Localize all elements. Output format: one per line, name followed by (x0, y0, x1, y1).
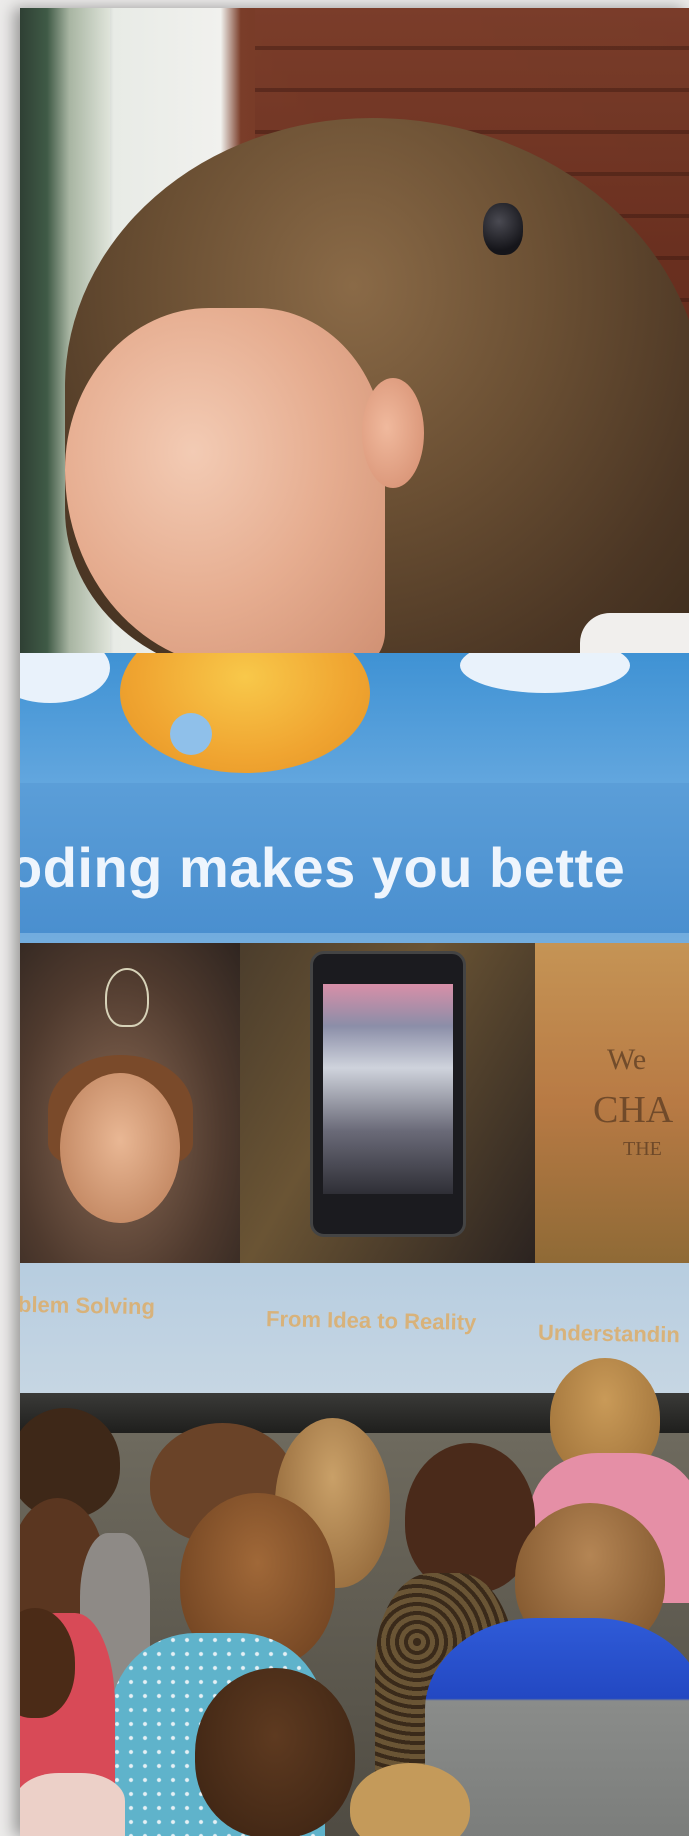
woman-face (65, 308, 385, 653)
foot-word-1: We (607, 1043, 647, 1076)
smartphone (310, 951, 466, 1237)
hair-clip (483, 203, 523, 255)
woman-ear (362, 378, 424, 488)
panel-problem-solving (20, 943, 240, 1263)
child-face (60, 1073, 180, 1223)
caption-understanding: Understandin (537, 1319, 681, 1348)
photo-classroom: oding makes you bette We CHA THE blem So… (20, 653, 689, 1836)
white-shirt (580, 613, 689, 653)
slide-image-panels: We CHA THE (20, 943, 689, 1263)
smartphone-screen (323, 984, 453, 1194)
child-head (195, 1668, 355, 1836)
panel-understanding: We CHA THE (535, 943, 689, 1263)
lightbulb-icon (105, 968, 149, 1027)
slide-cloud-small (170, 713, 212, 755)
panel-idea-to-reality (240, 943, 535, 1263)
child-light-shirt (20, 1773, 125, 1836)
foot-word-2: CHA (593, 1089, 674, 1131)
caption-idea-to-reality: From Idea to Reality (265, 1306, 477, 1335)
foot-word-3: THE (623, 1138, 662, 1160)
caption-problem-solving: blem Solving (20, 1291, 156, 1320)
photo-woman (20, 8, 689, 653)
slide-title: oding makes you bette (20, 836, 626, 899)
